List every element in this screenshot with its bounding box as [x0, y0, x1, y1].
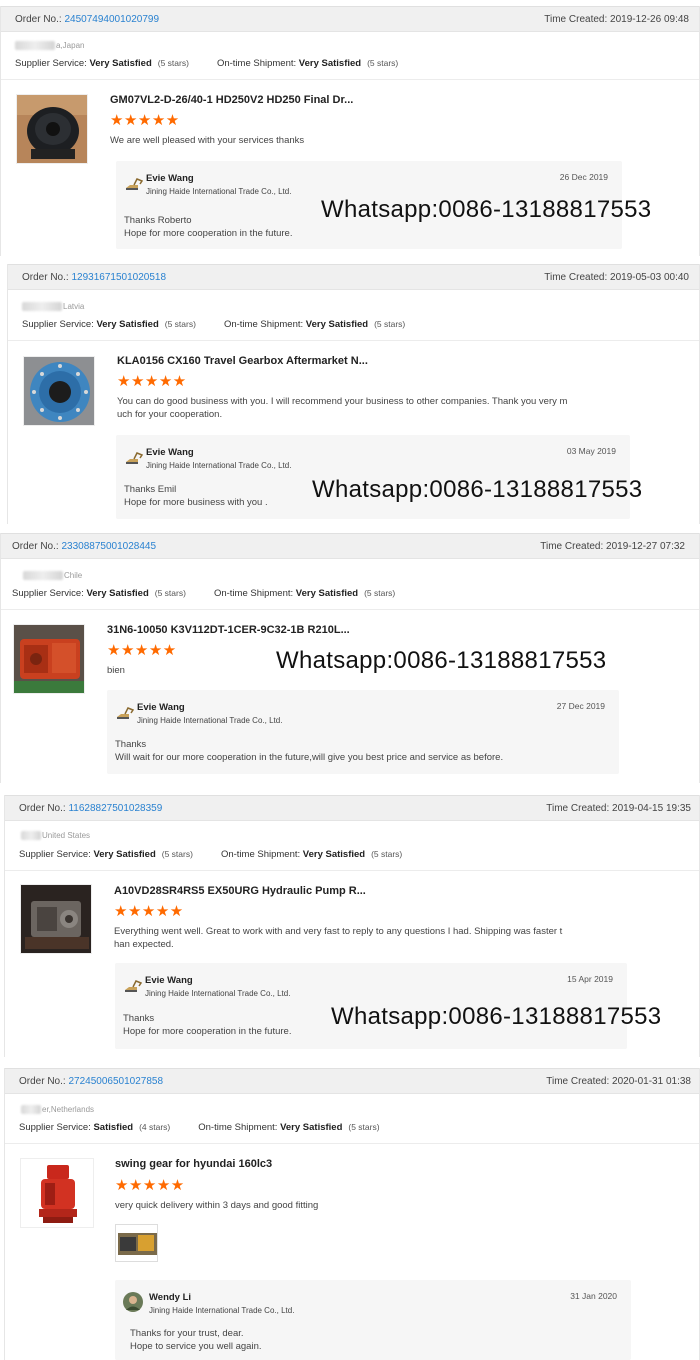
rating-summary: Supplier Service: Very Satisfied (5 stars…	[15, 58, 399, 69]
product-title[interactable]: GM07VL2-D-26/40-1 HD250V2 HD250 Final Dr…	[110, 94, 353, 106]
reply-company: Jining Haide International Trade Co., Lt…	[146, 187, 292, 196]
order-card: Order No.: 11628827501028359 Time Create…	[4, 795, 700, 1057]
whatsapp-watermark: Whatsapp:0086-13188817553	[276, 647, 607, 674]
excavator-avatar-icon	[117, 707, 135, 719]
reply-message: Thanks Will wait for our more cooperation…	[115, 739, 504, 763]
excavator-avatar-icon	[126, 452, 144, 464]
product-title[interactable]: KLA0156 CX160 Travel Gearbox Aftermarket…	[117, 355, 368, 367]
product-thumbnail[interactable]	[16, 94, 88, 164]
product-title[interactable]: swing gear for hyundai 160lc3	[115, 1158, 272, 1170]
order-number-link[interactable]: 11628827501028359	[68, 803, 162, 814]
whatsapp-watermark: Whatsapp:0086-13188817553	[321, 196, 652, 223]
buyer-location: er,Netherlands	[21, 1105, 94, 1115]
buyer-location: a,Japan	[15, 41, 84, 51]
order-number: Order No.: 27245006501027858	[19, 1076, 164, 1087]
order-number-link[interactable]: 23308875001028445	[61, 541, 156, 552]
whatsapp-watermark: Whatsapp:0086-13188817553	[331, 1003, 662, 1030]
reply-company: Jining Haide International Trade Co., Lt…	[145, 989, 291, 998]
blurred-buyer-name	[21, 831, 41, 841]
order-number: Order No.: 11628827501028359	[19, 803, 163, 814]
reply-message: Thanks for your trust, dear. Hope to serv…	[130, 1328, 262, 1352]
review-text: bien	[107, 665, 125, 676]
order-header: Order No.: 23308875001028445 Time Create…	[1, 533, 699, 559]
review-text: Everything went well. Great to work with…	[114, 926, 563, 950]
reply-date: 03 May 2019	[566, 446, 616, 456]
blurred-buyer-name	[22, 302, 62, 312]
order-number: Order No.: 24507494001020799	[15, 14, 160, 25]
order-number: Order No.: 23308875001028445	[12, 541, 157, 552]
product-title[interactable]: 31N6-10050 K3V112DT-1CER-9C32-1B R210L..…	[107, 624, 350, 636]
product-thumbnail[interactable]	[13, 624, 85, 694]
reply-date: 27 Dec 2019	[556, 701, 605, 711]
reply-author: Evie Wang	[146, 447, 194, 458]
supplier-reply: Wendy Li Jining Haide International Trad…	[115, 1280, 631, 1360]
order-header: Order No.: 24507494001020799 Time Create…	[1, 6, 699, 32]
rating-summary: Supplier Service: Very Satisfied (5 stars…	[12, 588, 396, 599]
reply-company: Jining Haide International Trade Co., Lt…	[137, 716, 283, 725]
product-thumbnail[interactable]	[20, 884, 92, 954]
rating-summary: Supplier Service: Satisfied (4 stars) On-t…	[19, 1122, 380, 1133]
reply-date: 15 Apr 2019	[567, 974, 613, 984]
user-avatar-icon	[123, 1292, 143, 1312]
order-header: Order No.: 27245006501027858 Time Create…	[5, 1068, 699, 1094]
reply-date: 26 Dec 2019	[559, 172, 608, 182]
review-stars: ★★★★★	[107, 642, 177, 659]
reply-company: Jining Haide International Trade Co., Lt…	[146, 461, 292, 470]
review-stars: ★★★★★	[114, 903, 184, 920]
order-card: Order No.: 24507494001020799 Time Create…	[0, 6, 700, 256]
excavator-avatar-icon	[126, 178, 144, 190]
buyer-location: United States	[21, 831, 90, 841]
supplier-reply: Evie Wang Jining Haide International Tra…	[107, 690, 619, 774]
rating-summary: Supplier Service: Very Satisfied (5 stars…	[19, 849, 403, 860]
reply-message: Thanks Hope for more cooperation in the f…	[123, 1013, 292, 1037]
reply-message: Thanks Roberto Hope for more cooperation …	[124, 215, 293, 239]
order-card: Order No.: 12931671501020518 Time Create…	[7, 264, 700, 524]
excavator-avatar-icon	[125, 980, 143, 992]
order-number: Order No.: 12931671501020518	[22, 272, 167, 283]
order-card: Order No.: 27245006501027858 Time Create…	[4, 1068, 700, 1360]
reply-message: Thanks Emil Hope for more business with y…	[124, 484, 268, 508]
reply-author: Evie Wang	[145, 975, 193, 986]
review-text: We are well pleased with your services t…	[110, 135, 305, 146]
blurred-buyer-name	[15, 41, 55, 51]
time-created: Time Created: 2019-04-15 19:35	[546, 803, 691, 814]
reply-date: 31 Jan 2020	[570, 1291, 617, 1301]
order-header: Order No.: 11628827501028359 Time Create…	[5, 795, 699, 821]
reply-author: Evie Wang	[137, 702, 185, 713]
time-created: Time Created: 2019-12-26 09:48	[544, 14, 689, 25]
time-created: Time Created: 2019-12-27 07:32	[540, 541, 685, 552]
order-number-link[interactable]: 27245006501027858	[68, 1076, 163, 1087]
buyer-location: Chile	[23, 571, 82, 581]
product-title[interactable]: A10VD28SR4RS5 EX50URG Hydraulic Pump R..…	[114, 885, 366, 897]
review-stars: ★★★★★	[117, 373, 187, 390]
order-card: Order No.: 23308875001028445 Time Create…	[0, 533, 700, 783]
reply-company: Jining Haide International Trade Co., Lt…	[149, 1306, 295, 1315]
review-text: very quick delivery within 3 days and go…	[115, 1200, 319, 1211]
review-stars: ★★★★★	[115, 1177, 185, 1194]
blurred-buyer-name	[23, 571, 63, 581]
buyer-location: Latvia	[22, 302, 84, 312]
order-number-link[interactable]: 12931671501020518	[71, 272, 166, 283]
product-thumbnail[interactable]	[20, 1158, 94, 1228]
review-text: You can do good business with you. I wil…	[117, 396, 568, 420]
blurred-buyer-name	[21, 1105, 41, 1115]
reply-author: Evie Wang	[146, 173, 194, 184]
rating-summary: Supplier Service: Very Satisfied (5 stars…	[22, 319, 406, 330]
time-created: Time Created: 2020-01-31 01:38	[546, 1076, 691, 1087]
order-number-link[interactable]: 24507494001020799	[64, 14, 159, 25]
whatsapp-watermark: Whatsapp:0086-13188817553	[312, 476, 643, 503]
time-created: Time Created: 2019-05-03 00:40	[544, 272, 689, 283]
order-header: Order No.: 12931671501020518 Time Create…	[8, 264, 699, 290]
review-stars: ★★★★★	[110, 112, 180, 129]
product-thumbnail[interactable]	[23, 356, 95, 426]
reply-author: Wendy Li	[149, 1292, 192, 1303]
review-photo[interactable]	[115, 1224, 158, 1262]
